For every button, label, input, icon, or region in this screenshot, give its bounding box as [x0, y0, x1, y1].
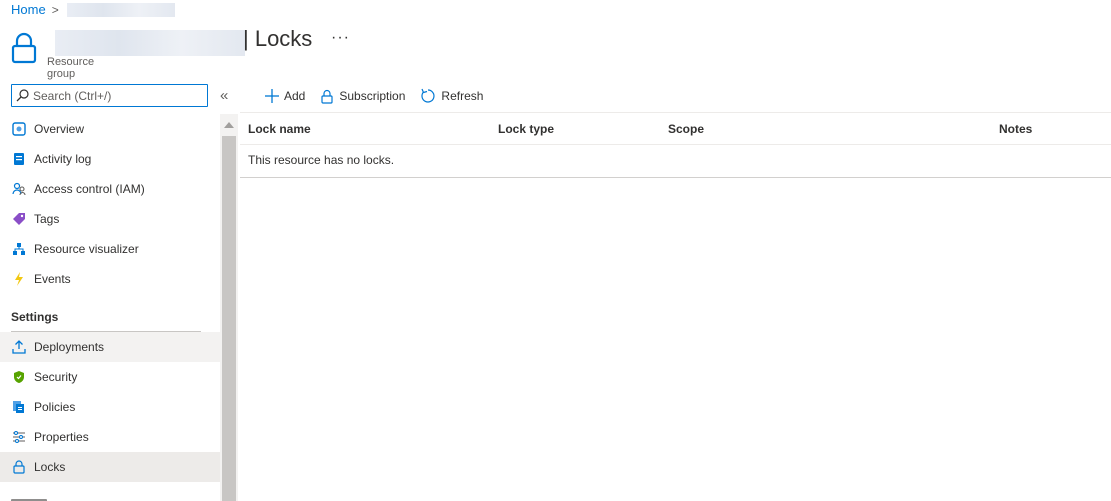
search-box[interactable]	[11, 84, 208, 107]
settings-divider	[11, 331, 201, 332]
empty-table-message: This resource has no locks.	[240, 145, 1111, 178]
add-button[interactable]: Add	[265, 89, 305, 103]
activity-log-icon	[11, 151, 27, 167]
sidebar-item-deployments[interactable]: Deployments	[0, 332, 220, 362]
sidebar-item-locks[interactable]: Locks	[0, 452, 220, 482]
page-subtitle: Resource group	[47, 56, 95, 80]
more-options-button[interactable]: ···	[331, 29, 350, 47]
column-header-lock-name[interactable]: Lock name	[248, 122, 311, 136]
sidebar-item-tags[interactable]: Tags	[0, 204, 220, 234]
sidebar-item-label: Tags	[34, 212, 60, 226]
sidebar-item-activity-log[interactable]: Activity log	[0, 144, 220, 174]
sidebar-item-label: Locks	[34, 460, 66, 474]
sidebar-item-label: Events	[34, 272, 71, 286]
breadcrumb: Home >	[11, 2, 175, 17]
search-input[interactable]	[33, 88, 203, 103]
sidebar-item-events[interactable]: Events	[0, 264, 220, 294]
deployments-icon	[11, 339, 27, 355]
collapse-menu-button[interactable]: «	[220, 87, 228, 104]
toolbar-divider	[240, 112, 1111, 113]
column-header-notes[interactable]: Notes	[999, 122, 1032, 136]
column-header-scope[interactable]: Scope	[668, 122, 704, 136]
breadcrumb-separator: >	[51, 2, 59, 17]
subscription-button[interactable]: Subscription	[320, 89, 405, 104]
properties-icon	[11, 429, 27, 445]
sidebar-item-label: Security	[34, 370, 78, 384]
settings-section-heading: Settings	[11, 310, 59, 324]
search-icon	[16, 89, 29, 102]
refresh-button-label: Refresh	[441, 89, 484, 103]
refresh-icon	[421, 88, 435, 103]
sidebar-item-label: Deployments	[34, 340, 105, 354]
sidebar-item-label: Activity log	[34, 152, 92, 166]
sidebar-nav: Overview Activity log Access control (IA…	[0, 114, 220, 482]
command-bar: Add Subscription Refresh	[265, 84, 498, 108]
sidebar-item-resource-visualizer[interactable]: Resource visualizer	[0, 234, 220, 264]
scroll-up-arrow-icon[interactable]	[224, 122, 234, 128]
tag-icon	[11, 211, 27, 227]
column-header-lock-type[interactable]: Lock type	[498, 122, 554, 136]
lock-icon	[11, 459, 27, 475]
sidebar-item-policies[interactable]: Policies	[0, 392, 220, 422]
sidebar-item-properties[interactable]: Properties	[0, 422, 220, 452]
sidebar-item-label: Access control (IAM)	[34, 182, 145, 196]
sidebar-item-access-control[interactable]: Access control (IAM)	[0, 174, 220, 204]
policies-icon	[11, 399, 27, 415]
subscription-button-label: Subscription	[339, 89, 406, 103]
sidebar-next-section-cutoff	[11, 494, 51, 501]
events-icon	[11, 271, 27, 287]
sidebar-scrollbar[interactable]	[220, 114, 238, 501]
page-title: | Locks	[243, 26, 313, 51]
sidebar-item-label: Overview	[34, 122, 85, 136]
lock-icon	[321, 89, 333, 104]
overview-icon	[11, 121, 27, 137]
security-icon	[11, 369, 27, 385]
sidebar-item-security[interactable]: Security	[0, 362, 220, 392]
sidebar-item-label: Resource visualizer	[34, 242, 139, 256]
sidebar-item-label: Policies	[34, 400, 76, 414]
access-control-icon	[11, 181, 27, 197]
table-header: Lock name Lock type Scope Notes	[240, 114, 1111, 145]
resource-visualizer-icon	[11, 241, 27, 257]
scrollbar-thumb[interactable]	[222, 136, 236, 501]
locks-table: Lock name Lock type Scope Notes This res…	[240, 114, 1111, 178]
breadcrumb-home-link[interactable]: Home	[11, 2, 46, 17]
breadcrumb-redacted-item[interactable]	[66, 2, 175, 17]
resource-name-redacted	[55, 30, 245, 56]
sidebar-item-label: Properties	[34, 430, 89, 444]
plus-icon	[265, 89, 279, 103]
add-button-label: Add	[284, 89, 306, 103]
sidebar-item-overview[interactable]: Overview	[0, 114, 220, 144]
refresh-button[interactable]: Refresh	[420, 88, 483, 104]
resource-lock-icon	[11, 32, 37, 64]
